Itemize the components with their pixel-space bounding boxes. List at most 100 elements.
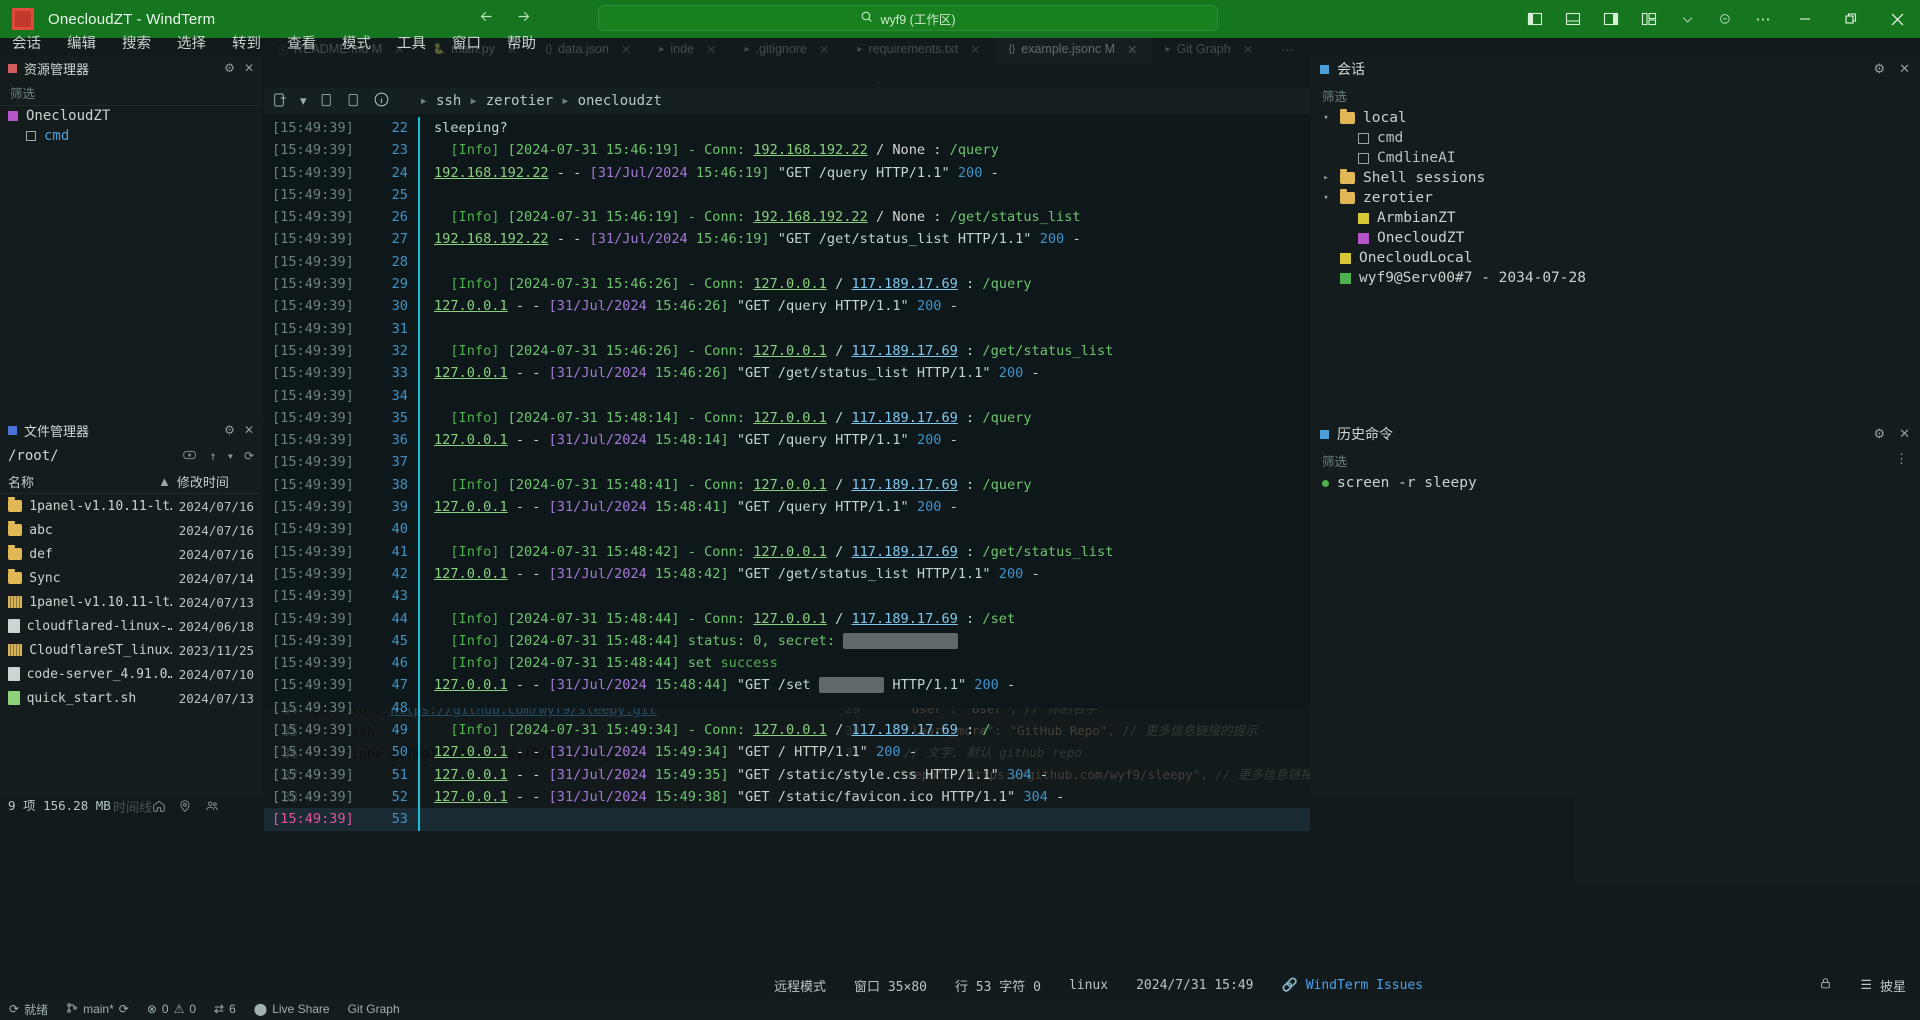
terminal-line[interactable]: [15:49:39] 53 <box>264 808 1310 831</box>
file-manager-rows[interactable]: 1panel-v1.10.11-lt… 2024/07/16 abc 2024/07/… <box>0 494 262 710</box>
terminal-line[interactable]: [15:49:39] 47 127.0.0.1 - - [31/Jul/2024 1… <box>264 674 1310 697</box>
terminal-line[interactable]: [15:49:39] 29 [Info] [2024-07-31 15:46:26… <box>264 273 1310 296</box>
refresh-icon[interactable]: ⟳ <box>244 449 254 464</box>
column-modified[interactable]: 修改时间 <box>177 472 229 491</box>
file-manager-row[interactable]: CloudflareST_linux… 2023/11/25 <box>0 638 262 662</box>
session-tree-item[interactable]: ▾ zerotier <box>1310 188 1920 208</box>
history-filter-input[interactable]: 筛选 <box>1310 447 1920 473</box>
breadcrumb-ssh[interactable]: ssh <box>436 93 461 109</box>
nav-forward-icon[interactable] <box>515 8 532 30</box>
terminal-line[interactable]: [15:49:39] 39 127.0.0.1 - - [31/Jul/2024 1… <box>264 496 1310 519</box>
menu-item-edit[interactable]: 编辑 <box>67 32 96 53</box>
vscode-status-bar[interactable]: ⟳ 就绪 main* ⟳ ⊗ 0 ⚠ 0 ⇄ 6 ⬤ Live Share Gi… <box>0 998 1920 1020</box>
menu-item-session[interactable]: 会话 <box>12 32 41 53</box>
status-problems[interactable]: ⊗ 0 ⚠ 0 <box>138 998 205 1020</box>
terminal-line[interactable]: [15:49:39] 42 127.0.0.1 - - [31/Jul/2024 1… <box>264 562 1310 586</box>
windterm-right-panel[interactable]: 会话 ⚙ ✕ 筛选 ▾ local cmd CmdlineAI ▸ Shell sessi… <box>1310 56 1920 796</box>
gear-icon[interactable]: ⚙ <box>1873 426 1885 442</box>
terminal-line[interactable]: [15:49:39] 52 127.0.0.1 - - [31/Jul/2024 1… <box>264 785 1310 809</box>
new-tab-icon[interactable] <box>272 92 288 111</box>
session-tree-item[interactable]: OnecloudLocal <box>1310 248 1920 268</box>
file-manager-toolbar[interactable]: ↑ ▾ ⟳ <box>183 449 254 464</box>
terminal-line[interactable]: [15:49:39] 30 127.0.0.1 - - [31/Jul/2024 1… <box>264 295 1310 318</box>
history-command-list[interactable]: screen -r sleepy <box>1310 473 1920 493</box>
status-lock[interactable] <box>1805 976 1846 994</box>
terminal-line[interactable]: [15:49:39] 22 sleeping? <box>264 117 1310 140</box>
history-menu-icon[interactable]: ⋮ <box>1895 451 1908 467</box>
status-window-size[interactable]: 窗口 35×80 <box>840 976 941 995</box>
session-list-item[interactable]: OnecloudZT <box>0 106 262 126</box>
terminal-line[interactable]: [15:49:39] 50 127.0.0.1 - - [31/Jul/2024 1… <box>264 741 1310 764</box>
close-icon[interactable]: ✕ <box>244 61 254 75</box>
status-os[interactable]: linux <box>1055 978 1122 993</box>
terminal-line[interactable]: [15:49:39] 45 [Info] [2024-07-31 15:48:44… <box>264 629 1310 653</box>
right-panel-actions[interactable]: ⚙ ✕ <box>1873 61 1910 77</box>
back-icon[interactable] <box>183 449 199 464</box>
status-ports[interactable]: ⇄ 6 <box>205 998 245 1020</box>
session-tree-item[interactable]: ArmbianZT <box>1310 208 1920 228</box>
terminal-pane[interactable]: ▾ ▸ ssh ▸ zerotier ▸ onecloudzt ❯ ⌄ ⋮ <box>264 88 1920 884</box>
close-icon[interactable]: ✕ <box>1899 61 1910 77</box>
close-icon[interactable]: ✕ <box>1899 426 1910 442</box>
settings-icon[interactable]: ⚙ <box>224 61 235 75</box>
session-tree-item[interactable]: ▸ Shell sessions <box>1310 168 1920 188</box>
duplicate-icon[interactable] <box>319 92 334 111</box>
terminal-line[interactable]: [15:49:39] 36 127.0.0.1 - - [31/Jul/2024 1… <box>264 429 1310 452</box>
windterm-status-bar[interactable]: 远程模式 窗口 35×80 行 53 字符 0 linux 2024/7/31 … <box>0 972 1920 998</box>
terminal-line[interactable]: [15:49:39] 41 [Info] [2024-07-31 15:48:42… <box>264 540 1310 563</box>
file-manager-row[interactable]: Sync 2024/07/14 <box>0 566 262 590</box>
nav-buttons[interactable] <box>478 8 532 30</box>
info-icon[interactable] <box>373 91 390 111</box>
terminal-line[interactable]: [15:49:39] 31 <box>264 317 1310 340</box>
breadcrumb-onecloudzt[interactable]: onecloudzt <box>578 93 662 109</box>
close-icon[interactable]: ✕ <box>244 423 254 437</box>
terminal-line[interactable]: [15:49:39] 46 [Info] [2024-07-31 15:48:44… <box>264 652 1310 675</box>
right-panel-filter-input[interactable]: 筛选 <box>1310 82 1920 108</box>
file-manager-panel[interactable]: 文件管理器 ⚙ ✕ /root/ ↑ ▾ ⟳ 名称 ▲ 修改时间 1panel-… <box>0 418 262 813</box>
sync-icon[interactable]: ⟳ <box>119 1002 129 1016</box>
menu-item-tools[interactable]: 工具 <box>397 32 426 53</box>
session-list-item[interactable]: cmd <box>0 126 262 146</box>
home-icon[interactable] <box>152 799 166 816</box>
breadcrumb-zerotier[interactable]: zerotier <box>486 93 553 109</box>
terminal-line[interactable]: [15:49:39] 27 192.168.192.22 - - [31/Jul/2… <box>264 228 1310 251</box>
status-ready[interactable]: ⟳ 就绪 <box>0 998 57 1020</box>
history-panel-actions[interactable]: ⚙ ✕ <box>1873 426 1910 442</box>
terminal-line[interactable]: [15:49:39] 23 [Info] [2024-07-31 15:46:19… <box>264 139 1310 162</box>
terminal-line[interactable]: [15:49:39] 35 [Info] [2024-07-31 15:48:14… <box>264 406 1310 430</box>
status-branch[interactable]: main* ⟳ <box>57 998 138 1020</box>
session-tree-item[interactable]: wyf9@Serv00#7 - 2034-07-28 <box>1310 268 1920 288</box>
terminal-line[interactable]: [15:49:39] 51 127.0.0.1 - - [31/Jul/2024 1… <box>264 763 1310 786</box>
terminal-line[interactable]: [15:49:39] 34 <box>264 384 1310 407</box>
menu-item-select[interactable]: 选择 <box>177 32 206 53</box>
session-tree-item[interactable]: OnecloudZT <box>1310 228 1920 248</box>
session-tree-item[interactable]: ▾ local <box>1310 108 1920 128</box>
file-manager-row[interactable]: def 2024/07/16 <box>0 542 262 566</box>
terminal-output[interactable]: [15:49:39] 22 sleeping? [15:49:39] 23 [Info]… <box>264 114 1310 831</box>
menu-item-help[interactable]: 帮助 <box>507 32 536 53</box>
file-manager-row[interactable]: code-server_4.91.0… 2024/07/10 <box>0 662 262 686</box>
clone-icon[interactable] <box>346 92 361 111</box>
status-live-share[interactable]: ⬤ Live Share <box>245 998 339 1020</box>
nav-back-icon[interactable] <box>478 8 495 30</box>
terminal-line[interactable]: [15:49:39] 40 <box>264 518 1310 541</box>
menu-item-goto[interactable]: 转到 <box>232 32 261 53</box>
history-command-panel[interactable]: 历史命令 ⚙ ✕ 筛选 ⋮ screen -r sleepy <box>1310 421 1920 493</box>
file-manager-actions[interactable]: ⚙ ✕ <box>224 423 254 437</box>
terminal-breadcrumb[interactable]: ▸ ssh ▸ zerotier ▸ onecloudzt <box>420 93 662 109</box>
file-manager-footer-icons[interactable] <box>152 799 220 816</box>
lock-icon[interactable] <box>1819 976 1832 994</box>
file-manager-columns[interactable]: 名称 ▲ 修改时间 <box>0 470 262 494</box>
menu-item-view[interactable]: 查看 <box>287 32 316 53</box>
terminal-line[interactable]: [15:49:39] 49 [Info] [2024-07-31 15:49:34… <box>264 719 1310 742</box>
menu-item-window[interactable]: 窗口 <box>452 32 481 53</box>
status-cursor[interactable]: 行 53 字符 0 <box>941 976 1055 995</box>
session-tree[interactable]: ▾ local cmd CmdlineAI ▸ Shell sessions ▾ zeroti… <box>1310 108 1920 288</box>
windterm-menu-bar[interactable]: 会话 编辑 搜索 选择 转到 查看 模式 工具 窗口 帮助 <box>0 28 1920 56</box>
terminal-line[interactable]: [15:49:39] 44 [Info] [2024-07-31 15:48:44… <box>264 607 1310 630</box>
status-mode[interactable]: 远程模式 <box>760 976 840 995</box>
menu-item-search[interactable]: 搜索 <box>122 32 151 53</box>
file-manager-row[interactable]: abc 2024/07/16 <box>0 518 262 542</box>
file-manager-row[interactable]: 1panel-v1.10.11-lt… 2024/07/16 <box>0 494 262 518</box>
users-icon[interactable] <box>204 799 220 816</box>
